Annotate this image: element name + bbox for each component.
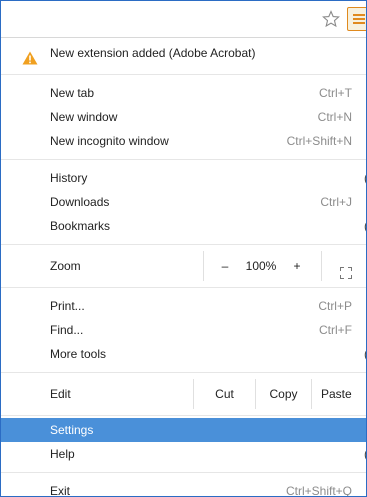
exit-label: Exit bbox=[50, 484, 71, 497]
copy-button[interactable]: Copy bbox=[256, 379, 311, 409]
cut-button[interactable]: Cut bbox=[194, 379, 255, 409]
find-shortcut: Ctrl+F bbox=[319, 323, 352, 337]
menu-item-new-tab[interactable]: New tab Ctrl+T bbox=[1, 81, 366, 105]
bookmarks-label: Bookmarks bbox=[50, 219, 111, 233]
menu-separator bbox=[1, 372, 366, 373]
menu-item-new-incognito-window[interactable]: New incognito window Ctrl+Shift+N bbox=[1, 129, 366, 153]
find-label: Find... bbox=[50, 323, 84, 337]
menu-divider bbox=[321, 251, 322, 281]
more-tools-label: More tools bbox=[50, 347, 107, 361]
hamburger-menu-button[interactable] bbox=[347, 7, 366, 31]
edit-label: Edit bbox=[50, 387, 71, 401]
browser-main-menu: New extension added (Adobe Acrobat) New … bbox=[1, 38, 366, 497]
menu-separator bbox=[1, 287, 366, 288]
downloads-shortcut: Ctrl+J bbox=[320, 195, 352, 209]
menu-item-zoom: Zoom – 100% + bbox=[1, 251, 366, 281]
menu-separator bbox=[1, 244, 366, 245]
settings-label: Settings bbox=[50, 423, 94, 437]
menu-item-downloads[interactable]: Downloads Ctrl+J bbox=[1, 190, 366, 214]
menu-item-history[interactable]: History ( bbox=[1, 166, 366, 190]
new-incognito-shortcut: Ctrl+Shift+N bbox=[286, 134, 352, 148]
help-label: Help bbox=[50, 447, 75, 461]
menu-divider bbox=[311, 379, 312, 409]
menu-separator bbox=[1, 472, 366, 473]
zoom-label: Zoom bbox=[50, 259, 81, 273]
menu-divider bbox=[203, 251, 204, 281]
menu-separator bbox=[1, 159, 366, 160]
menu-item-find[interactable]: Find... Ctrl+F bbox=[1, 318, 366, 342]
new-window-shortcut: Ctrl+N bbox=[317, 110, 352, 124]
menu-item-settings[interactable]: Settings bbox=[1, 418, 366, 442]
menu-separator bbox=[1, 415, 366, 416]
menu-item-extension-notice[interactable]: New extension added (Adobe Acrobat) bbox=[1, 38, 366, 68]
menu-item-exit[interactable]: Exit Ctrl+Shift+Q bbox=[1, 479, 366, 497]
menu-separator bbox=[1, 74, 366, 75]
zoom-in-button[interactable]: + bbox=[286, 251, 308, 281]
new-incognito-label: New incognito window bbox=[50, 134, 169, 148]
menu-item-edit: Edit Cut Copy Paste bbox=[1, 379, 366, 409]
menu-item-new-window[interactable]: New window Ctrl+N bbox=[1, 105, 366, 129]
zoom-out-button[interactable]: – bbox=[214, 251, 236, 281]
star-outline-icon[interactable] bbox=[322, 10, 340, 28]
browser-menu-window: New extension added (Adobe Acrobat) New … bbox=[0, 0, 367, 497]
new-tab-label: New tab bbox=[50, 86, 95, 100]
fullscreen-icon[interactable] bbox=[340, 260, 352, 279]
menu-item-more-tools[interactable]: More tools ( bbox=[1, 342, 366, 366]
history-label: History bbox=[50, 171, 88, 185]
new-window-label: New window bbox=[50, 110, 118, 124]
print-label: Print... bbox=[50, 299, 85, 313]
menu-item-print[interactable]: Print... Ctrl+P bbox=[1, 294, 366, 318]
print-shortcut: Ctrl+P bbox=[318, 299, 352, 313]
exit-shortcut: Ctrl+Shift+Q bbox=[285, 484, 352, 497]
warning-triangle-icon bbox=[22, 46, 38, 65]
browser-toolbar bbox=[1, 1, 366, 38]
paste-button[interactable]: Paste bbox=[313, 379, 366, 409]
downloads-label: Downloads bbox=[50, 195, 110, 209]
hamburger-menu-icon bbox=[353, 14, 365, 16]
menu-item-bookmarks[interactable]: Bookmarks ( bbox=[1, 214, 366, 238]
extension-notice-label: New extension added (Adobe Acrobat) bbox=[50, 46, 256, 60]
menu-item-help[interactable]: Help ( bbox=[1, 442, 366, 466]
new-tab-shortcut: Ctrl+T bbox=[319, 86, 352, 100]
zoom-level-value: 100% bbox=[245, 259, 277, 273]
